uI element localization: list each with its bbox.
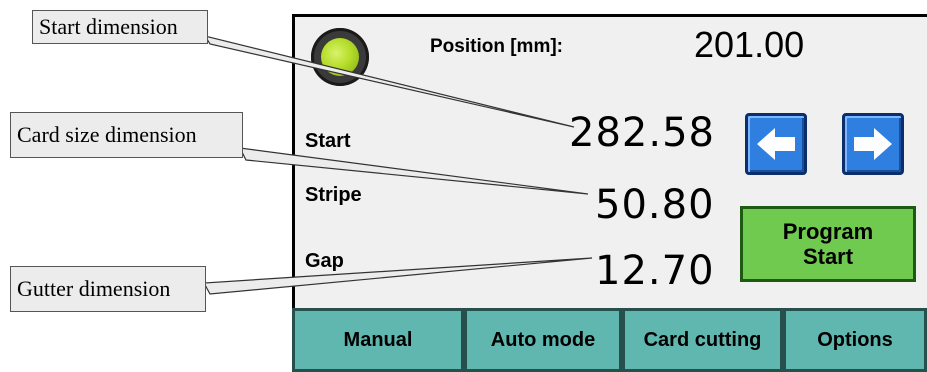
start-leader (203, 35, 575, 128)
callout-leaders (203, 35, 593, 295)
callout-gutter-text: Gutter dimension (17, 276, 171, 301)
callout-start-text: Start dimension (39, 14, 178, 39)
callout-start-dimension: Start dimension (32, 10, 208, 44)
callout-card-size-text: Card size dimension (17, 122, 197, 147)
callout-card-size-dimension: Card size dimension (10, 112, 243, 158)
callout-gutter-dimension: Gutter dimension (10, 266, 206, 312)
card-size-leader (238, 147, 589, 195)
gutter-leader (203, 257, 593, 295)
